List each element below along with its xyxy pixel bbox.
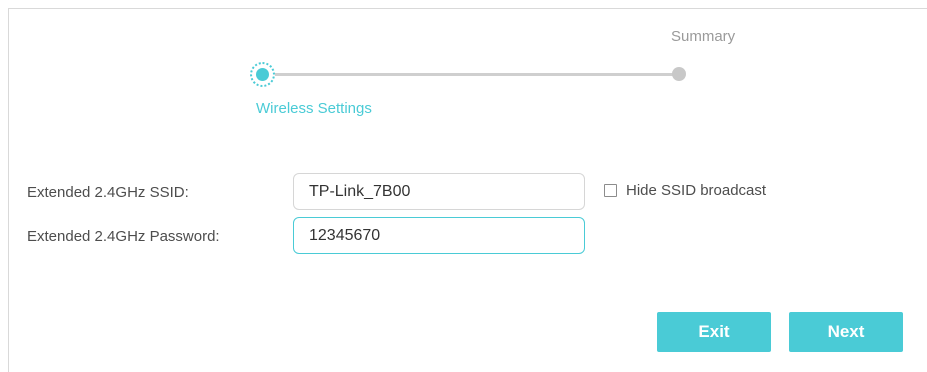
ssid-label: Extended 2.4GHz SSID: [27,184,189,201]
step-wireless-settings-indicator [250,62,275,87]
step-wireless-settings-label: Wireless Settings [256,100,372,117]
active-step-dot [256,68,269,81]
password-input[interactable] [293,217,585,254]
exit-button[interactable]: Exit [657,312,771,352]
stepper-track [263,73,680,76]
password-label: Extended 2.4GHz Password: [27,228,220,245]
hide-ssid-label: Hide SSID broadcast [626,182,767,199]
hide-ssid-checkbox-row[interactable]: Hide SSID broadcast [604,182,766,199]
next-button[interactable]: Next [789,312,903,352]
hide-ssid-checkbox[interactable] [604,184,617,197]
step-summary-label: Summary [671,28,736,45]
ssid-input[interactable] [293,173,585,210]
step-summary-indicator [672,67,686,81]
